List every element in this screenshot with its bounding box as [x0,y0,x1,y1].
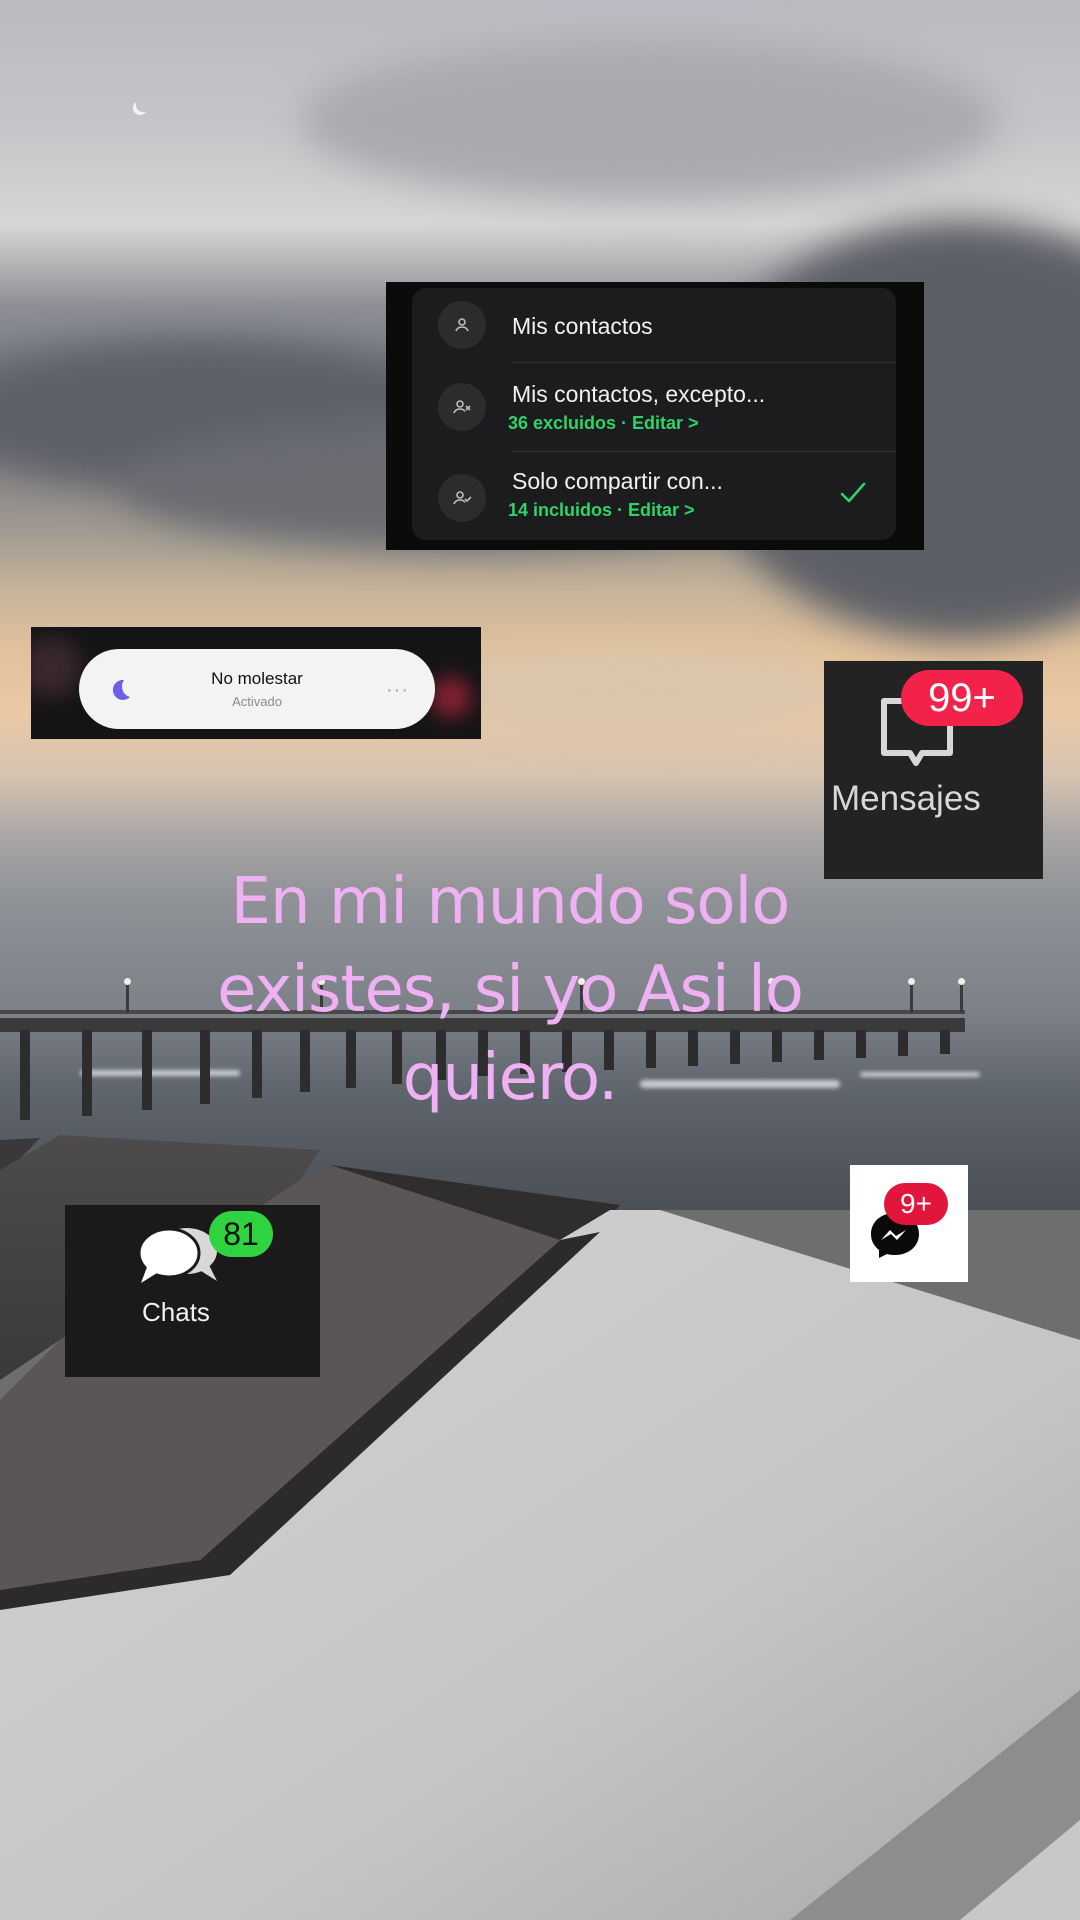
do-not-disturb-widget: No molestar Activado ··· [31,627,481,739]
dnd-title: No molestar [211,669,303,688]
chats-tab[interactable]: 81 Chats [65,1205,320,1377]
person-exclude-icon [438,383,486,431]
unread-badge: 99+ [901,670,1023,726]
messages-label: Mensajes [831,779,981,818]
dnd-status: Activado [232,694,282,709]
option-my-contacts[interactable]: Mis contactos [412,288,896,362]
glow [431,677,471,717]
messenger-app[interactable]: 9+ [850,1165,968,1282]
checkmark-icon [840,482,866,509]
contacts-options-card: Mis contactos Mis contactos, excepto... … [412,288,896,540]
person-icon [438,301,486,349]
unread-badge: 9+ [884,1183,948,1225]
option-only-share-with[interactable]: Solo compartir con... 14 incluidos · Edi… [412,452,896,540]
contacts-privacy-panel: Mis contactos Mis contactos, excepto... … [386,282,924,550]
caption-text: En mi mundo solo existes, si yo Asi lo q… [217,865,804,1115]
option-my-contacts-except[interactable]: Mis contactos, excepto... 36 excluidos ·… [412,363,896,451]
option-subtitle-edit-link[interactable]: 36 excluidos · Editar > [508,413,699,434]
do-not-disturb-toggle[interactable]: No molestar Activado ··· [79,649,435,729]
more-icon[interactable]: ··· [386,679,409,702]
option-title: Mis contactos, excepto... [512,381,766,407]
person-check-icon [438,474,486,522]
glow [31,637,81,697]
option-title: Mis contactos [512,313,653,339]
option-title: Solo compartir con... [512,468,723,494]
unread-badge: 81 [209,1211,273,1257]
option-subtitle-edit-link[interactable]: 14 incluidos · Editar > [508,500,695,521]
chats-label: Chats [142,1297,210,1327]
messages-tab[interactable]: 99+ Mensajes [824,661,1043,879]
